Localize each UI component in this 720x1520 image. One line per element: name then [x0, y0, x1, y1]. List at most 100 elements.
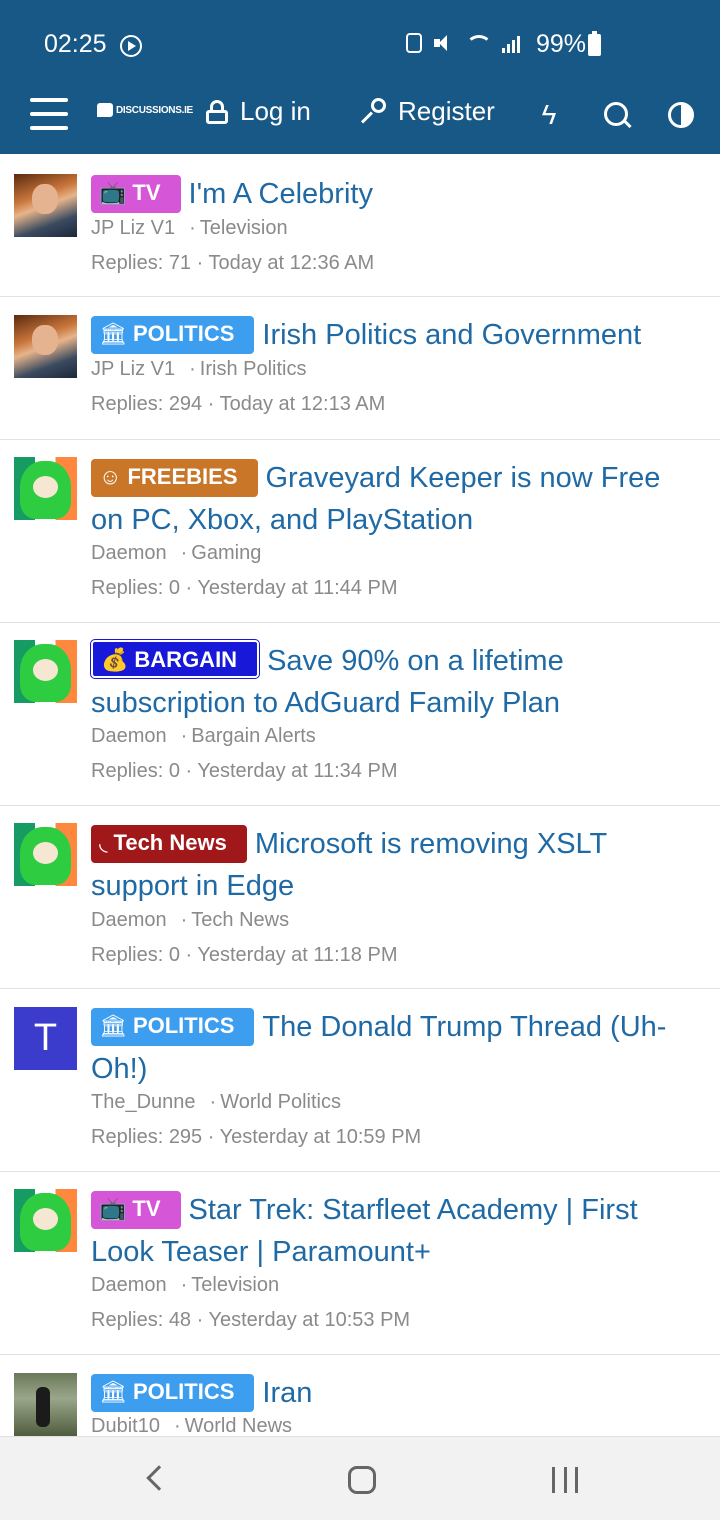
thread-meta: The_Dunne · World Politics [91, 1091, 341, 1113]
signal-icon [502, 33, 524, 53]
avatar[interactable] [14, 823, 77, 886]
author-link[interactable]: Daemon [91, 1274, 167, 1296]
author-link[interactable]: JP Liz V1 [91, 358, 175, 380]
thread-title[interactable]: 💰 BARGAIN Save 90% on a lifetime subscript… [91, 640, 691, 724]
author-link[interactable]: JP Liz V1 [91, 217, 175, 239]
mute-icon [434, 33, 452, 53]
thread-row[interactable]: 🏛 POLITICS Irish Politics and Government J… [0, 297, 720, 440]
register-label: Register [398, 96, 495, 126]
thread-row[interactable]: 📺 TV I'm A Celebrity JP Liz V1 · Television … [0, 154, 720, 297]
tv-icon: 📺 [99, 1196, 127, 1221]
lock-icon [206, 99, 228, 124]
wifi-icon [464, 33, 492, 53]
avatar[interactable] [14, 1189, 77, 1252]
logo-text: DISCUSSIONS.IE [116, 104, 193, 116]
forum-link[interactable]: Gaming [191, 542, 261, 564]
government-icon: 🏛 [99, 1013, 127, 1038]
prefix-badge[interactable]: ◟ Tech News [91, 825, 247, 863]
thread-row[interactable]: T 🏛 POLITICS The Donald Trump Thread (Uh-O… [0, 989, 720, 1172]
thread-meta: Dubit10 · World News [91, 1415, 293, 1436]
system-nav-bar [0, 1436, 720, 1520]
author-link[interactable]: Daemon [91, 909, 167, 931]
thread-title[interactable]: 🏛 POLITICS Irish Politics and Government [91, 314, 691, 356]
site-logo[interactable]: DISCUSSIONS.IE [97, 103, 193, 117]
key-icon [358, 97, 386, 126]
app-header: 02:25 99% DISCUSSIONS.IE Log in Register… [0, 0, 720, 154]
forum-link[interactable]: Bargain Alerts [191, 725, 316, 747]
battery-percent: 99% [535, 30, 586, 58]
thread-stats: Replies: 0 · Yesterday at 11:34 PM [91, 760, 398, 782]
thread-row[interactable]: ◟ Tech News Microsoft is removing XSLT sup… [0, 806, 720, 989]
thread-meta: Daemon · Television [91, 1274, 280, 1296]
thread-row[interactable]: ☺ FREEBIES Graveyard Keeper is now Free on… [0, 440, 720, 623]
author-link[interactable]: The_Dunne [91, 1091, 196, 1113]
forum-link[interactable]: World News [185, 1415, 292, 1436]
nav-bar: DISCUSSIONS.IE Log in Register ϟ [0, 90, 720, 154]
thread-stats: Replies: 71 · Today at 12:36 AM [91, 252, 375, 274]
forum-link[interactable]: Television [200, 217, 288, 239]
prefix-badge[interactable]: 📺 TV [91, 1191, 181, 1229]
avatar[interactable] [14, 457, 77, 520]
avatar[interactable]: T [14, 1007, 77, 1070]
thread-stats: Replies: 0 · Yesterday at 11:44 PM [91, 577, 398, 599]
avatar[interactable] [14, 315, 77, 378]
avatar[interactable] [14, 640, 77, 703]
thread-title[interactable]: ◟ Tech News Microsoft is removing XSLT sup… [91, 823, 691, 907]
tv-icon: 📺 [99, 180, 127, 205]
login-button[interactable]: Log in [206, 96, 311, 127]
thread-title[interactable]: 🏛 POLITICS The Donald Trump Thread (Uh-Oh!… [91, 1006, 691, 1090]
thread-list: 📺 TV I'm A Celebrity JP Liz V1 · Television … [0, 154, 720, 1436]
home-icon[interactable] [348, 1466, 376, 1494]
rss-icon: ◟ [99, 830, 108, 855]
money-bag-icon: 💰 [101, 647, 129, 672]
avatar[interactable] [14, 1373, 77, 1436]
author-link[interactable]: Daemon [91, 542, 167, 564]
thread-meta: Daemon · Tech News [91, 909, 290, 931]
search-icon[interactable] [600, 98, 634, 132]
prefix-badge[interactable]: 🏛 POLITICS [91, 1008, 255, 1046]
author-link[interactable]: Dubit10 [91, 1415, 160, 1436]
smile-icon: ☺ [99, 464, 122, 489]
thread-title[interactable]: 📺 TV Star Trek: Starfleet Academy | First … [91, 1189, 691, 1273]
thread-row[interactable]: 📺 TV Star Trek: Starfleet Academy | First … [0, 1172, 720, 1355]
thread-title[interactable]: ☺ FREEBIES Graveyard Keeper is now Free on… [91, 457, 691, 541]
status-time: 02:25 [44, 30, 107, 58]
recent-apps-icon[interactable] [552, 1467, 578, 1493]
thread-meta: JP Liz V1 · Irish Politics [91, 358, 307, 380]
government-icon: 🏛 [99, 321, 127, 346]
forum-link[interactable]: Irish Politics [200, 358, 307, 380]
status-bar: 02:25 99% [0, 0, 720, 90]
prefix-badge[interactable]: 💰 BARGAIN [91, 640, 260, 678]
thread-meta: JP Liz V1 · Television [91, 217, 288, 239]
prefix-badge[interactable]: ☺ FREEBIES [91, 459, 258, 497]
thread-title[interactable]: 🏛 POLITICS Iran [91, 1372, 691, 1414]
forum-link[interactable]: Television [191, 1274, 279, 1296]
forum-link[interactable]: Tech News [191, 909, 289, 931]
thread-stats: Replies: 294 · Today at 12:13 AM [91, 393, 386, 415]
register-button[interactable]: Register [358, 96, 495, 127]
prefix-badge[interactable]: 🏛 POLITICS [91, 316, 255, 354]
logo-mark-icon [97, 103, 113, 117]
thread-meta: Daemon · Bargain Alerts [91, 725, 316, 747]
prefix-badge[interactable]: 📺 TV [91, 175, 181, 213]
menu-icon[interactable] [30, 98, 68, 132]
whats-new-icon[interactable]: ϟ [532, 98, 566, 132]
author-link[interactable]: Daemon [91, 725, 167, 747]
thread-row[interactable]: 🏛 POLITICS Iran Dubit10 · World News [0, 1355, 720, 1436]
government-icon: 🏛 [99, 1379, 127, 1404]
thread-stats: Replies: 295 · Yesterday at 10:59 PM [91, 1126, 422, 1148]
prefix-badge[interactable]: 🏛 POLITICS [91, 1374, 255, 1412]
thread-row[interactable]: 💰 BARGAIN Save 90% on a lifetime subscript… [0, 623, 720, 806]
theme-toggle-icon[interactable] [664, 98, 698, 132]
login-label: Log in [240, 96, 311, 126]
avatar[interactable] [14, 174, 77, 237]
back-icon[interactable] [146, 1465, 172, 1491]
forum-link[interactable]: World Politics [220, 1091, 341, 1113]
thread-meta: Daemon · Gaming [91, 542, 262, 564]
thread-stats: Replies: 48 · Yesterday at 10:53 PM [91, 1309, 411, 1331]
thread-title[interactable]: 📺 TV I'm A Celebrity [91, 173, 691, 215]
status-icons [406, 33, 524, 53]
battery-icon [588, 34, 601, 56]
media-play-icon [120, 35, 142, 57]
thread-stats: Replies: 0 · Yesterday at 11:18 PM [91, 944, 398, 966]
